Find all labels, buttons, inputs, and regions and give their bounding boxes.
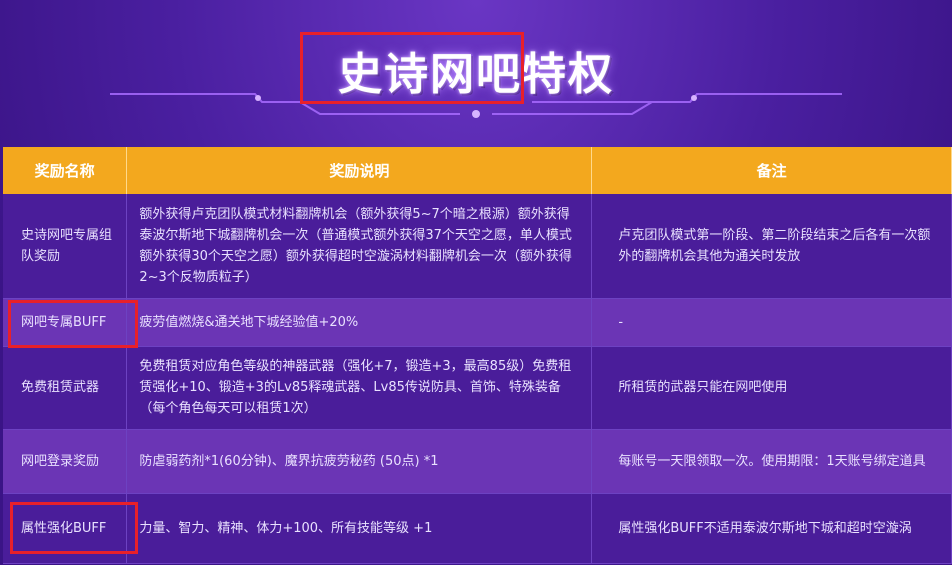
table-header-row: 奖励名称 奖励说明 备注 <box>3 147 952 194</box>
privilege-table: 奖励名称 奖励说明 备注 史诗网吧专属组队奖励 额外获得卢克团队模式材料翻牌机会… <box>3 147 952 564</box>
reward-name: 网吧登录奖励 <box>3 429 128 494</box>
reward-note: - <box>591 298 952 347</box>
reward-desc: 疲劳值燃烧&通关地下城经验值+20% <box>126 298 593 347</box>
column-header-name: 奖励名称 <box>3 147 128 194</box>
page: 史诗网吧特权 奖励名称 奖励说明 备注 史诗网吧专属组队奖励 额外获得卢克团队模… <box>0 0 952 565</box>
table-row: 属性强化BUFF 力量、智力、精神、体力+100、所有技能等级 +1 属性强化B… <box>3 493 952 564</box>
column-header-desc: 奖励说明 <box>126 147 593 194</box>
table-row: 史诗网吧专属组队奖励 额外获得卢克团队模式材料翻牌机会（额外获得5~7个暗之根源… <box>3 194 952 299</box>
column-header-note: 备注 <box>591 147 952 194</box>
table-row: 网吧专属BUFF 疲劳值燃烧&通关地下城经验值+20% - <box>3 298 952 347</box>
reward-note: 每账号一天限领取一次。使用期限：1天账号绑定道具 <box>591 429 952 494</box>
reward-desc: 额外获得卢克团队模式材料翻牌机会（额外获得5~7个暗之根源）额外获得泰波尔斯地下… <box>126 194 593 299</box>
reward-name: 免费租赁武器 <box>3 346 128 430</box>
reward-desc: 力量、智力、精神、体力+100、所有技能等级 +1 <box>126 493 593 564</box>
reward-note: 所租赁的武器只能在网吧使用 <box>591 346 952 430</box>
reward-name: 史诗网吧专属组队奖励 <box>3 194 128 299</box>
table-row: 免费租赁武器 免费租赁对应角色等级的神器武器（强化+7，锻造+3，最高85级）免… <box>3 346 952 430</box>
reward-desc: 免费租赁对应角色等级的神器武器（强化+7，锻造+3，最高85级）免费租赁强化+1… <box>126 346 593 430</box>
table-row: 网吧登录奖励 防虐弱药剂*1(60分钟)、魔界抗疲劳秘药 (50点) *1 每账… <box>3 429 952 494</box>
highlight-box-attribute-buff <box>10 502 138 554</box>
header-banner: 史诗网吧特权 <box>0 0 952 147</box>
reward-desc: 防虐弱药剂*1(60分钟)、魔界抗疲劳秘药 (50点) *1 <box>126 429 593 494</box>
title-highlight-box <box>300 32 524 104</box>
highlight-box-netbar-buff <box>8 300 138 348</box>
reward-note: 属性强化BUFF不适用泰波尔斯地下城和超时空漩涡 <box>591 493 952 564</box>
reward-note: 卢克团队模式第一阶段、第二阶段结束之后各有一次额外的翻牌机会其他为通关时发放 <box>591 194 952 299</box>
